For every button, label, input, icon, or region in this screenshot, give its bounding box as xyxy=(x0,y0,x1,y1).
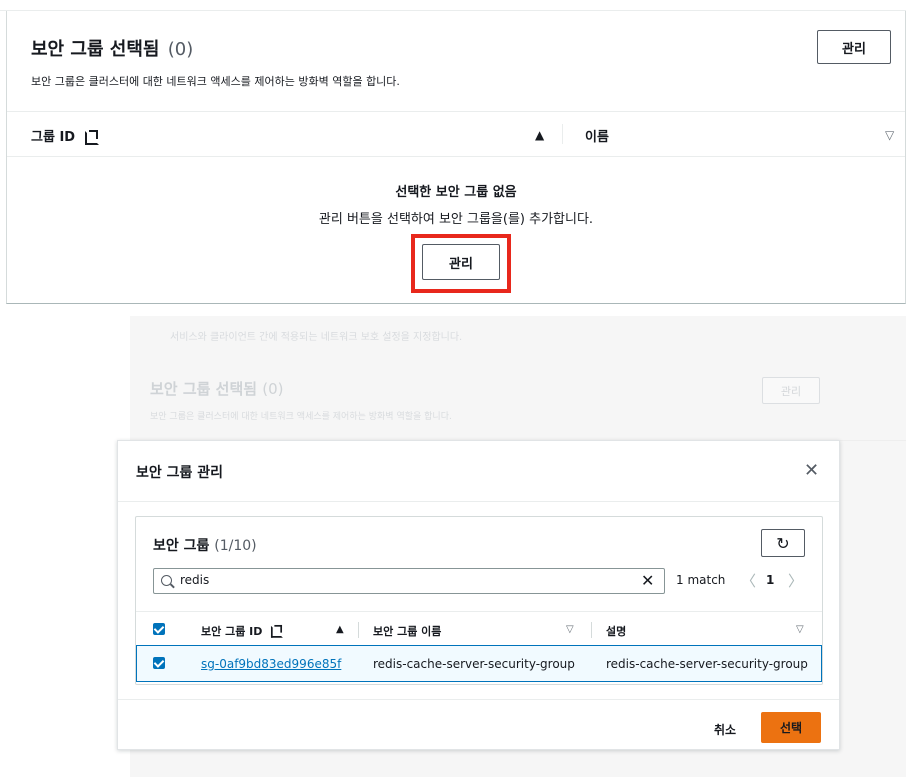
security-group-id-link[interactable]: sg-0af9bd83ed996e85f xyxy=(201,657,341,671)
background-hint-text: 서비스와 클라이언트 간에 적용되는 네트워크 보호 설정을 지정합니다. xyxy=(170,332,463,343)
background-section-title: 보안 그룹 선택됨 (0) xyxy=(150,378,284,399)
manage-button-header[interactable]: 관리 xyxy=(817,30,891,64)
col-header-description[interactable]: 설명 xyxy=(606,623,626,639)
table-row[interactable]: sg-0af9bd83ed996e85f redis-cache-server-… xyxy=(136,645,822,682)
search-icon xyxy=(161,575,172,586)
security-group-description: redis-cache-server-security-group xyxy=(606,657,808,671)
col-header-name[interactable]: 이름 xyxy=(585,126,609,145)
table-title-text: 보안 그룹 xyxy=(153,538,210,554)
security-groups-table-container: 보안 그룹 (1/10) ↻ redis ✕ 1 match 〈 1 〉 보안 … xyxy=(135,516,823,685)
modal-header-divider xyxy=(118,501,839,502)
selected-security-groups-container: 보안 그룹 선택됨 (0) 보안 그룹은 클러스터에 대한 네트워크 액세스를 … xyxy=(6,11,906,304)
match-count: 1 match xyxy=(676,573,726,587)
table-header: 보안 그룹 ID ▲ 보안 그룹 이름 ▽ 설명 ▽ xyxy=(136,611,822,645)
search-input[interactable]: redis ✕ xyxy=(153,568,665,594)
security-groups-panel-top: 보안 그룹 선택됨 (0) 보안 그룹은 클러스터에 대한 네트워크 액세스를 … xyxy=(0,0,906,316)
search-input-value: redis xyxy=(180,573,210,587)
section-count: (0) xyxy=(167,39,194,60)
modal-title: 보안 그룹 관리 xyxy=(136,465,224,481)
modal-screenshot: 서비스와 클라이언트 간에 적용되는 네트워크 보호 설정을 지정합니다. 보안… xyxy=(0,316,906,777)
col-header-security-group-name[interactable]: 보안 그룹 이름 xyxy=(373,623,441,639)
select-button[interactable]: 선택 xyxy=(761,712,821,743)
external-link-icon xyxy=(85,130,100,145)
table-count: (1/10) xyxy=(214,538,257,554)
empty-state-title: 선택한 보안 그룹 없음 xyxy=(395,185,517,200)
close-icon[interactable]: ✕ xyxy=(804,460,819,481)
select-all-checkbox[interactable] xyxy=(153,623,165,635)
previous-page-icon[interactable]: 〈 xyxy=(741,570,756,591)
sort-descending-icon[interactable]: ▽ xyxy=(885,128,894,142)
cancel-button[interactable]: 취소 xyxy=(714,721,736,738)
manage-button-empty-state[interactable]: 관리 xyxy=(422,244,500,280)
col-header-group-id-label: 그룹 ID xyxy=(31,130,76,145)
table-header: 그룹 ID ▲ 이름 ▽ xyxy=(7,111,905,157)
next-page-icon[interactable]: 〉 xyxy=(788,570,803,591)
clear-search-icon[interactable]: ✕ xyxy=(641,571,654,590)
col-header-group-id[interactable]: 그룹 ID xyxy=(31,126,100,145)
col-header-id-label: 보안 그룹 ID xyxy=(201,625,263,638)
sort-descending-icon[interactable]: ▽ xyxy=(796,624,804,635)
table-title: 보안 그룹 (1/10) xyxy=(153,535,257,555)
security-group-name: redis-cache-server-security-group xyxy=(373,657,575,671)
background-title-text: 보안 그룹 선택됨 xyxy=(150,380,258,398)
panel-top-strip xyxy=(0,0,906,11)
column-divider xyxy=(562,124,563,144)
column-divider xyxy=(591,622,592,638)
column-divider xyxy=(358,622,359,638)
modal-footer-divider xyxy=(118,699,839,700)
row-checkbox[interactable] xyxy=(153,657,165,669)
col-header-security-group-id[interactable]: 보안 그룹 ID xyxy=(201,623,284,639)
background-count: (0) xyxy=(262,380,284,398)
refresh-icon: ↻ xyxy=(776,533,790,553)
refresh-button[interactable]: ↻ xyxy=(761,529,805,557)
background-description: 보안 그룹은 클러스터에 대한 네트워크 액세스를 제어하는 방화벽 역할을 합… xyxy=(150,412,452,422)
manage-security-groups-modal: 보안 그룹 관리 ✕ 보안 그룹 (1/10) ↻ redis ✕ 1 matc… xyxy=(117,440,840,750)
sort-ascending-icon[interactable]: ▲ xyxy=(535,128,544,142)
page-number[interactable]: 1 xyxy=(766,573,774,587)
section-title: 보안 그룹 선택됨 (0) xyxy=(31,35,193,61)
sort-descending-icon[interactable]: ▽ xyxy=(566,624,574,635)
external-link-icon xyxy=(271,624,284,638)
empty-state-description: 관리 버튼을 선택하여 보안 그룹을(를) 추가합니다. xyxy=(318,212,594,227)
section-description: 보안 그룹은 클러스터에 대한 네트워크 액세스를 제어하는 방화벽 역할을 합… xyxy=(31,75,400,88)
section-title-text: 보안 그룹 선택됨 xyxy=(31,39,160,60)
background-manage-button: 관리 xyxy=(762,377,820,404)
sort-ascending-icon[interactable]: ▲ xyxy=(336,624,344,635)
